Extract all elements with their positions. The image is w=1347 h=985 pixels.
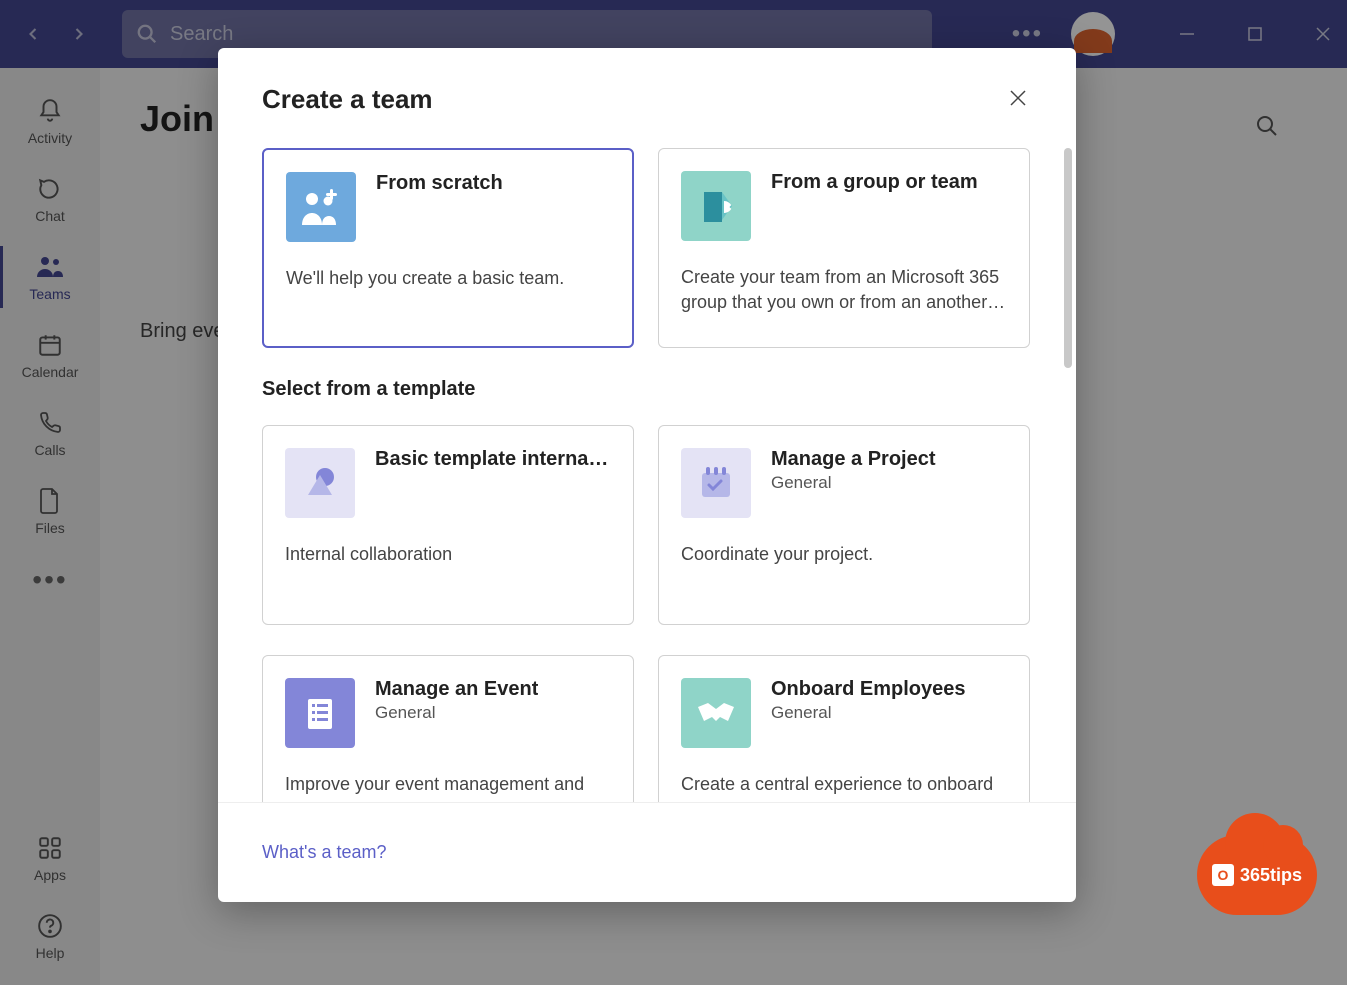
- modal-scroll-area: From scratch We'll help you create a bas…: [262, 148, 1060, 802]
- card-subtitle: General: [375, 703, 538, 723]
- card-title: Manage a Project: [771, 448, 936, 471]
- project-icon: [681, 448, 751, 518]
- template-manage-project[interactable]: Manage a Project General Coordinate your…: [658, 425, 1030, 625]
- tips-badge[interactable]: O 365tips: [1197, 835, 1317, 925]
- card-desc: Improve your event management and: [285, 772, 611, 797]
- modal-title: Create a team: [262, 84, 1032, 115]
- card-title: Onboard Employees: [771, 678, 966, 701]
- template-onboard-employees[interactable]: Onboard Employees General Create a centr…: [658, 655, 1030, 802]
- card-subtitle: General: [771, 473, 936, 493]
- scratch-icon: [286, 172, 356, 242]
- modal-footer: What's a team?: [218, 802, 1076, 902]
- card-desc: Create a central experience to onboard: [681, 772, 1007, 797]
- card-title: From a group or team: [771, 171, 978, 194]
- template-basic-internal[interactable]: Basic template internal… Internal collab…: [262, 425, 634, 625]
- scrollbar[interactable]: [1064, 148, 1072, 368]
- card-title: Manage an Event: [375, 678, 538, 701]
- template-manage-event[interactable]: Manage an Event General Improve your eve…: [262, 655, 634, 802]
- badge-text: 365tips: [1240, 865, 1302, 886]
- card-desc: Coordinate your project.: [681, 542, 1007, 567]
- close-icon[interactable]: [1004, 84, 1032, 112]
- card-desc: Create your team from an Microsoft 365 g…: [681, 265, 1007, 315]
- card-subtitle: General: [771, 703, 966, 723]
- card-title: Basic template internal…: [375, 448, 611, 471]
- whats-a-team-link[interactable]: What's a team?: [262, 842, 387, 863]
- event-icon: [285, 678, 355, 748]
- group-icon: [681, 171, 751, 241]
- card-desc: Internal collaboration: [285, 542, 611, 567]
- handshake-icon: [681, 678, 751, 748]
- office-icon: O: [1212, 864, 1234, 886]
- option-from-group[interactable]: From a group or team Create your team fr…: [658, 148, 1030, 348]
- template-section-title: Select from a template: [262, 378, 1060, 401]
- shapes-icon: [285, 448, 355, 518]
- card-title: From scratch: [376, 172, 503, 195]
- option-from-scratch[interactable]: From scratch We'll help you create a bas…: [262, 148, 634, 348]
- card-desc: We'll help you create a basic team.: [286, 266, 610, 291]
- create-team-modal: Create a team From scratch We'll help yo…: [218, 48, 1076, 902]
